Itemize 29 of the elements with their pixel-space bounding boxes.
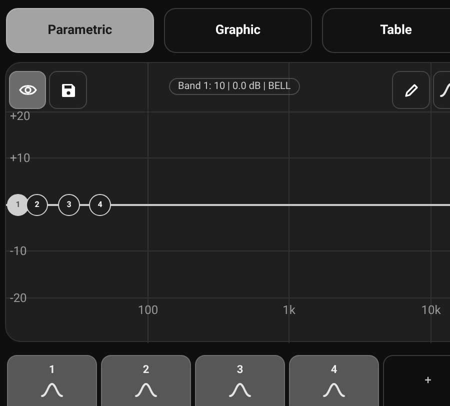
pencil-icon (404, 82, 418, 98)
bell-curve-icon (229, 383, 251, 397)
band-info-pill: Band 1: 10 | 0.0 dB | BELL (169, 78, 300, 95)
visibility-toggle[interactable] (9, 71, 46, 109)
band-node[interactable]: 3 (58, 194, 80, 216)
band-button[interactable]: 4 (289, 355, 379, 406)
add-band-button[interactable]: + (383, 355, 450, 406)
axis-label: 10k (420, 304, 442, 316)
eye-icon (18, 84, 36, 96)
band-node[interactable]: 2 (26, 194, 48, 216)
save-button[interactable] (49, 71, 87, 109)
axis-label: 100 (136, 304, 160, 316)
band-button[interactable]: 3 (195, 355, 285, 406)
bell-curve-icon (323, 383, 345, 397)
edit-button[interactable] (392, 71, 430, 109)
band-node[interactable]: 1 (7, 194, 29, 216)
band-node[interactable]: 4 (89, 194, 111, 216)
bell-curve-icon (135, 383, 157, 397)
axis-label: -20 (10, 292, 27, 304)
axis-label: 1k (282, 304, 296, 316)
axis-label: +20 (10, 110, 30, 122)
bell-curve-icon (41, 383, 63, 397)
band-button[interactable]: 2 (101, 355, 191, 406)
tab[interactable]: Graphic (164, 8, 312, 53)
tab[interactable]: Table (322, 8, 450, 53)
axis-label: +10 (10, 152, 30, 164)
tab[interactable]: Parametric (6, 8, 154, 53)
axis-label: -10 (10, 245, 27, 257)
band-button[interactable]: 1 (7, 355, 97, 406)
